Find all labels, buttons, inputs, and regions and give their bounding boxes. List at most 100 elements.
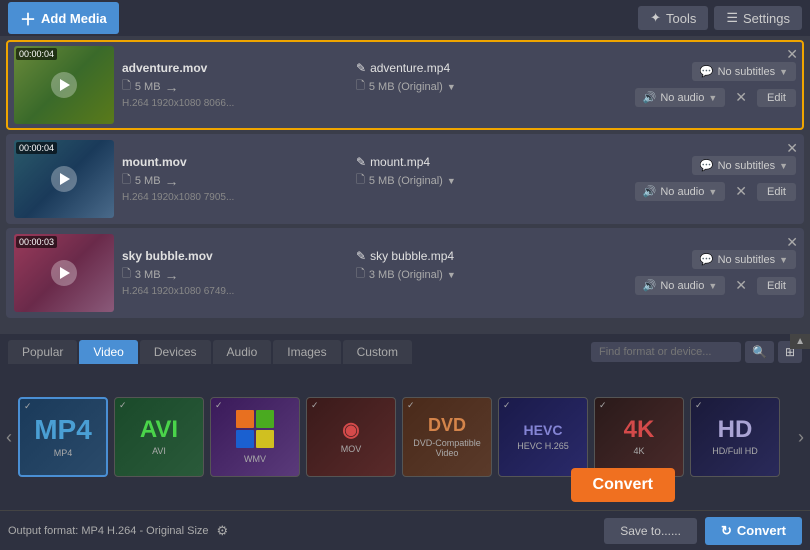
audio-button-3[interactable]: 🔊 No audio ▼ — [635, 276, 726, 295]
add-media-button[interactable]: ＋ Add Media — [8, 2, 119, 34]
output-size-3: 🗋 3 MB (Original) ▼ — [356, 265, 588, 284]
bottom-bar: Output format: MP4 H.264 - Original Size… — [0, 510, 810, 550]
format-panel: ▲ Popular Video Devices Audio Images Cus… — [0, 334, 810, 510]
play-button-2[interactable] — [51, 166, 77, 192]
media-info-2: mount.mov ✎ mount.mp4 🗋 5 MB → 🗋 5 MB (O… — [114, 155, 596, 203]
check-icon: ✓ — [311, 400, 319, 411]
format-card-wmv[interactable]: ✓ WMV — [210, 397, 300, 477]
check-icon: ✓ — [599, 400, 607, 411]
settings-icon: ☰ — [726, 10, 738, 26]
remove-audio-2[interactable]: ✕ — [731, 181, 751, 202]
file-icon: 🗋 — [122, 265, 131, 284]
format-label-dvd: DVD-Compatible Video — [403, 438, 491, 458]
edit-button-2[interactable]: Edit — [757, 183, 796, 201]
edit-button-1[interactable]: Edit — [757, 89, 796, 107]
format-card-4k[interactable]: ✓ 4K 4K — [594, 397, 684, 477]
tools-button[interactable]: ✦ Tools — [638, 6, 708, 30]
audio-button-1[interactable]: 🔊 No audio ▼ — [635, 88, 726, 107]
convert-orange-button[interactable]: Convert — [571, 468, 675, 502]
audio-icon: 🔊 — [643, 185, 657, 198]
format-tabs: Popular Video Devices Audio Images Custo… — [0, 334, 810, 364]
tab-video[interactable]: Video — [79, 340, 137, 364]
scroll-left-button[interactable]: ‹ — [0, 427, 18, 448]
edit-button-3[interactable]: Edit — [757, 277, 796, 295]
subtitle-icon: 💬 — [700, 253, 714, 266]
format-card-mp4[interactable]: ✓ MP4 MP4 — [18, 397, 108, 477]
format-label-avi: AVI — [152, 446, 166, 456]
arrow-icon: → — [165, 267, 179, 283]
tab-images[interactable]: Images — [273, 340, 340, 364]
subtitle-button-2[interactable]: 💬 No subtitles ▼ — [692, 156, 796, 175]
audio-edit-row-2: 🔊 No audio ▼ ✕ Edit — [635, 181, 796, 202]
format-card-hd[interactable]: ✓ HD HD/Full HD — [690, 397, 780, 477]
output-size-1: 🗋 5 MB (Original) ▼ — [356, 77, 588, 96]
table-row[interactable]: 00:00:04 mount.mov ✎ mount.mp4 🗋 5 MB → … — [6, 134, 804, 224]
subtitle-button-1[interactable]: 💬 No subtitles ▼ — [692, 62, 796, 81]
arrow-icon: → — [165, 173, 179, 189]
check-icon: ✓ — [503, 400, 511, 411]
format-label-4k: 4K — [633, 446, 644, 456]
remove-audio-1[interactable]: ✕ — [731, 87, 751, 108]
remove-item-1[interactable]: ✕ — [786, 46, 798, 63]
pencil-icon: ✎ — [356, 61, 366, 75]
format-logo-mp4: MP4 — [34, 416, 92, 444]
save-to-button[interactable]: Save to...... — [604, 518, 697, 544]
video-duration-3: 00:00:03 — [16, 236, 57, 248]
remove-audio-3[interactable]: ✕ — [731, 275, 751, 296]
check-icon: ✓ — [119, 400, 127, 411]
format-search-area: 🔍 ⊞ — [591, 341, 802, 363]
file-icon-out: 🗋 — [356, 77, 365, 96]
gear-icon[interactable]: ⚙ — [217, 523, 229, 539]
convert-label: Convert — [737, 523, 786, 538]
settings-button[interactable]: ☰ Settings — [714, 6, 802, 30]
format-card-avi[interactable]: ✓ AVI AVI — [114, 397, 204, 477]
dropdown-arrow: ▼ — [447, 270, 456, 280]
format-card-mov[interactable]: ✓ ◉ MOV — [306, 397, 396, 477]
remove-item-2[interactable]: ✕ — [786, 140, 798, 157]
check-icon: ✓ — [24, 401, 32, 412]
tab-audio[interactable]: Audio — [213, 340, 272, 364]
file-icon: 🗋 — [122, 77, 131, 96]
format-label-mp4: MP4 — [54, 448, 73, 458]
format-search-input[interactable] — [591, 342, 741, 362]
convert-orange-label: Convert — [593, 476, 653, 493]
output-filename-2: ✎ mount.mp4 — [356, 155, 588, 169]
convert-button[interactable]: ↻ Convert — [705, 517, 802, 545]
tools-icon: ✦ — [650, 10, 661, 26]
output-format-text: Output format: MP4 H.264 - Original Size — [8, 525, 209, 537]
tab-devices[interactable]: Devices — [140, 340, 211, 364]
audio-icon: 🔊 — [643, 279, 657, 292]
subtitle-row-3: 💬 No subtitles ▼ — [692, 250, 796, 269]
format-label-mov: MOV — [341, 444, 362, 454]
table-row[interactable]: 00:00:04 adventure.mov ✎ adventure.mp4 🗋… — [6, 40, 804, 130]
search-button[interactable]: 🔍 — [745, 341, 774, 363]
file-meta-3: H.264 1920x1080 6749... — [122, 286, 588, 297]
input-filename-3: sky bubble.mov — [122, 249, 354, 263]
remove-item-3[interactable]: ✕ — [786, 234, 798, 251]
format-label-hevc: HEVC H.265 — [517, 441, 569, 451]
audio-button-2[interactable]: 🔊 No audio ▼ — [635, 182, 726, 201]
format-card-hevc[interactable]: ✓ HEVC HEVC H.265 — [498, 397, 588, 477]
format-card-dvd[interactable]: ✓ DVD DVD-Compatible Video — [402, 397, 492, 477]
play-button-1[interactable] — [51, 72, 77, 98]
subtitle-icon: 💬 — [700, 65, 714, 78]
dropdown-arrow: ▼ — [447, 82, 456, 92]
toolbar: ＋ Add Media ✦ Tools ☰ Settings — [0, 0, 810, 36]
subtitle-button-3[interactable]: 💬 No subtitles ▼ — [692, 250, 796, 269]
table-row[interactable]: 00:00:03 sky bubble.mov ✎ sky bubble.mp4… — [6, 228, 804, 318]
tools-label: Tools — [666, 11, 696, 26]
dropdown-arrow: ▼ — [447, 176, 456, 186]
media-controls-3: 💬 No subtitles ▼ 🔊 No audio ▼ ✕ Edit — [596, 250, 796, 296]
output-filename-1: ✎ adventure.mp4 — [356, 61, 588, 75]
settings-label: Settings — [743, 11, 790, 26]
tab-custom[interactable]: Custom — [343, 340, 412, 364]
file-meta-2: H.264 1920x1080 7905... — [122, 192, 588, 203]
scroll-right-button[interactable]: › — [792, 427, 810, 448]
tab-popular[interactable]: Popular — [8, 340, 77, 364]
input-size-3: 🗋 3 MB → — [122, 265, 354, 284]
panel-collapse-button[interactable]: ▲ — [790, 334, 810, 349]
play-button-3[interactable] — [51, 260, 77, 286]
check-icon: ✓ — [695, 400, 703, 411]
subtitle-icon: 💬 — [700, 159, 714, 172]
format-logo-hevc: HEVC — [524, 423, 563, 437]
